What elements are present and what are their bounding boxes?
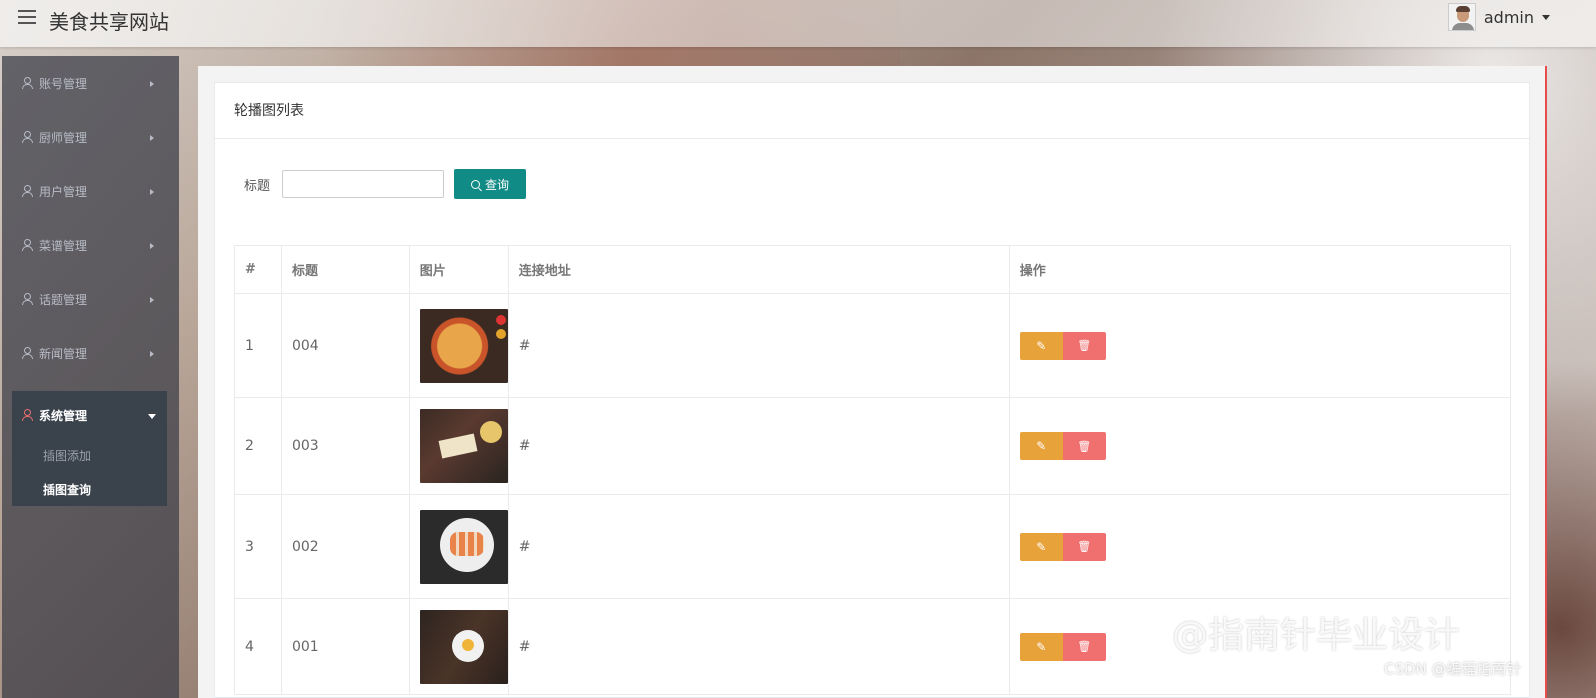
edit-button[interactable]: ✎ [1019,432,1063,460]
row-title: 004 [280,293,410,398]
sidebar-item-topics[interactable]: 话题管理 [2,272,179,326]
watermark: @指南针毕业设计 [1172,615,1461,656]
sidebar-item-chefs[interactable]: 厨师管理 [2,110,179,164]
avatar [1447,3,1476,31]
sidebar-item-label: 话题管理 [39,292,88,307]
chevron-right-icon [150,351,154,357]
trash-icon: 🗑 [1077,439,1092,453]
row-title: 002 [280,494,410,599]
column-header: 标题 [280,245,410,294]
pencil-icon: ✎ [1036,338,1047,353]
row-title: 001 [280,598,410,695]
user-icon [22,347,33,359]
sidebar-group-system: 系统管理 插图添加 插图查询 [12,391,167,506]
pencil-icon: ✎ [1036,639,1047,654]
chevron-down-icon [148,414,156,419]
chevron-right-icon [150,297,154,303]
sidebar-item-users[interactable]: 用户管理 [2,164,179,218]
row-image-cell [408,397,509,495]
hamburger-icon[interactable] [18,10,36,26]
row-actions: ✎ 🗑 [1008,293,1512,398]
sidebar-subitem-query-image[interactable]: 插图查询 [12,473,167,507]
main-content: 轮播图列表 标题 查询 # 标题 图片 连接地址 操作 1 004 # ✎ 🗑 … [198,66,1547,698]
user-icon [22,185,33,197]
user-icon [22,77,33,89]
sidebar-item-news[interactable]: 新闻管理 [2,326,179,380]
trash-icon: 🗑 [1077,339,1092,352]
row-index: 1 [234,293,282,398]
pizza-image [419,308,508,383]
row-image-cell [408,293,509,398]
user-icon [22,239,33,251]
search-icon [471,179,480,189]
sidebar-item-recipes[interactable]: 菜谱管理 [2,218,179,272]
chevron-right-icon [150,189,154,195]
site-title: 美食共享网站 [49,10,169,34]
panel-title: 轮播图列表 [215,83,1529,139]
chevron-down-icon [1542,14,1550,20]
row-link: # [507,598,1010,695]
cheese-platter-image [419,409,508,483]
sidebar-item-label: 厨师管理 [39,130,88,145]
delete-button[interactable]: 🗑 [1062,632,1106,661]
sidebar-item-system[interactable]: 系统管理 [12,391,167,439]
table-row: 3 002 # ✎ 🗑 [234,494,1512,599]
row-title: 003 [280,397,410,495]
sidebar-item-label: 菜谱管理 [39,238,88,253]
row-image-cell [408,494,509,599]
delete-button[interactable]: 🗑 [1062,331,1106,360]
row-actions: ✎ 🗑 [1008,494,1512,599]
user-icon [22,131,33,143]
chevron-right-icon [150,135,154,141]
breakfast-image [419,609,508,684]
sidebar-item-label: 系统管理 [39,408,88,423]
sidebar-item-accounts[interactable]: 账号管理 [2,56,179,110]
search-form: 标题 查询 [244,169,527,199]
trash-icon: 🗑 [1077,540,1092,553]
delete-button[interactable]: 🗑 [1062,432,1106,460]
pencil-icon: ✎ [1036,439,1047,453]
sidebar-item-label: 用户管理 [39,184,88,199]
username: admin [1483,7,1534,27]
title-search-input[interactable] [282,170,445,198]
sidebar: 账号管理 厨师管理 用户管理 菜谱管理 话题管理 新闻管理 [2,56,179,698]
user-icon [22,409,33,421]
row-index: 4 [234,598,282,695]
table-header-row: # 标题 图片 连接地址 操作 [234,245,1512,294]
row-link: # [507,293,1010,398]
user-icon [22,293,33,305]
column-header: 图片 [408,245,509,294]
table-row: 2 003 # ✎ 🗑 [234,397,1512,495]
query-button[interactable]: 查询 [454,169,527,199]
row-image-cell [408,598,509,695]
sidebar-item-label: 账号管理 [39,76,88,91]
sidebar-item-label: 新闻管理 [39,346,88,361]
top-navbar: 美食共享网站 admin [0,0,1596,47]
edit-button[interactable]: ✎ [1019,632,1063,661]
edit-button[interactable]: ✎ [1019,331,1063,360]
search-label: 标题 [244,178,271,194]
column-header: # [234,245,282,294]
user-menu[interactable]: admin [1447,2,1550,32]
row-link: # [507,494,1010,599]
sushi-image [419,509,508,584]
chevron-right-icon [150,81,154,87]
trash-icon: 🗑 [1077,640,1092,653]
row-index: 2 [234,397,282,495]
pencil-icon: ✎ [1036,539,1047,554]
column-header: 操作 [1008,245,1512,294]
delete-button[interactable]: 🗑 [1062,532,1106,561]
watermark-sub: CSDN @编程指南针 [1384,660,1522,678]
row-actions: ✎ 🗑 [1008,397,1512,495]
column-header: 连接地址 [507,245,1010,294]
row-index: 3 [234,494,282,599]
query-button-label: 查询 [485,177,510,192]
table-row: 1 004 # ✎ 🗑 [234,293,1512,398]
row-link: # [507,397,1010,495]
edit-button[interactable]: ✎ [1019,532,1063,561]
sidebar-subitem-add-image[interactable]: 插图添加 [12,439,167,473]
chevron-right-icon [150,243,154,249]
